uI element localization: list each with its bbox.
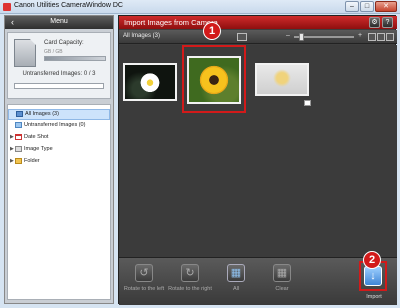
clear-selection-button[interactable]: ▦ Clear: [257, 258, 307, 306]
untransferred-icon: [15, 122, 22, 128]
callout-1: 1: [203, 22, 221, 40]
view-toolbar: All Images (3) – +: [119, 30, 397, 44]
window-titlebar: Canon Utilities CameraWindow DC – □ ✕: [0, 0, 400, 14]
tree-item-all-images[interactable]: All Images (3): [8, 109, 110, 120]
calendar-icon: [15, 134, 22, 140]
rotate-left-label: Rotate to the left: [123, 286, 165, 292]
rotate-right-button[interactable]: ↻ Rotate to the right: [165, 258, 215, 306]
view-label: All Images (3): [123, 33, 161, 39]
card-capacity-label: Card Capacity:: [44, 40, 84, 46]
sort-icon[interactable]: [237, 33, 247, 41]
thumbnail-chick-photo[interactable]: [255, 63, 309, 96]
settings-icon[interactable]: ⚙: [369, 17, 380, 28]
card-capacity-value: GB / GB: [44, 49, 63, 55]
rotate-left-button[interactable]: ↺ Rotate to the left: [119, 258, 169, 306]
select-all-icon: ▦: [227, 264, 245, 282]
thumbnail-sunflower-photo[interactable]: [187, 56, 241, 104]
tree-item-label: Untransferred Images (0): [24, 122, 86, 128]
tree-item-label: Folder: [24, 158, 40, 164]
clear-selection-icon: ▦: [273, 264, 291, 282]
image-type-badge-icon: [304, 100, 311, 106]
main-panel: Import Images from Camera ⚙ ? All Images…: [118, 15, 397, 306]
rotate-left-icon: ↺: [135, 264, 153, 282]
action-bar: ↺ Rotate to the left ↻ Rotate to the rig…: [119, 251, 397, 306]
image-type-icon: [15, 146, 22, 152]
expand-arrow-icon[interactable]: ▶: [10, 145, 14, 154]
untransferred-count: Untransferred Images: 0 / 3: [22, 71, 96, 77]
images-icon: [16, 111, 23, 117]
left-panel: ‹ Menu Card Capacity: GB / GB Untransfer…: [4, 15, 114, 304]
import-button[interactable]: ↓: [364, 266, 382, 286]
app-icon: [3, 3, 11, 11]
expand-arrow-icon[interactable]: ▶: [10, 133, 14, 142]
menu-bar: ‹ Menu: [5, 16, 113, 29]
tree-item-image-type[interactable]: ▶ Image Type: [8, 145, 110, 156]
grid-view-icon[interactable]: [368, 33, 376, 41]
memory-card-icon: [14, 39, 36, 67]
tree-item-label: All Images (3): [25, 111, 59, 117]
rotate-right-label: Rotate to the right: [168, 286, 212, 292]
thumbnail-daisy-photo[interactable]: [123, 63, 177, 101]
tree-item-label: Image Type: [24, 146, 53, 152]
card-info-panel: Card Capacity: GB / GB Untransferred Ima…: [7, 32, 111, 99]
tree-item-folder[interactable]: ▶ Folder: [8, 157, 110, 168]
clear-selection-label: Clear: [275, 286, 289, 292]
tree-item-untransferred[interactable]: Untransferred Images (0): [8, 121, 110, 132]
fullscreen-view-icon[interactable]: [386, 33, 394, 41]
untransferred-progress-bar: [14, 83, 104, 89]
folder-icon: [15, 158, 22, 164]
image-tree: All Images (3) Untransferred Images (0) …: [7, 104, 111, 300]
main-header: Import Images from Camera ⚙ ?: [119, 16, 397, 29]
window-title: Canon Utilities CameraWindow DC: [14, 2, 123, 9]
import-label: Import: [366, 294, 382, 300]
help-icon[interactable]: ?: [382, 17, 393, 28]
close-button[interactable]: ✕: [375, 1, 397, 12]
tree-item-date-shot[interactable]: ▶ Date Shot: [8, 133, 110, 144]
menu-button[interactable]: Menu: [5, 18, 113, 25]
callout-2: 2: [363, 251, 381, 269]
expand-arrow-icon[interactable]: ▶: [10, 157, 14, 166]
minimize-button[interactable]: –: [345, 1, 359, 12]
zoom-out-icon[interactable]: –: [284, 32, 292, 41]
zoom-slider-handle[interactable]: [299, 33, 304, 41]
rotate-right-icon: ↻: [181, 264, 199, 282]
tree-item-label: Date Shot: [24, 134, 49, 140]
card-capacity-bar: [44, 56, 106, 61]
maximize-button[interactable]: □: [360, 1, 374, 12]
select-all-button[interactable]: ▦ All: [211, 258, 261, 306]
zoom-in-icon[interactable]: +: [356, 32, 364, 41]
single-view-icon[interactable]: [377, 33, 385, 41]
thumbnail-area: 1: [119, 22, 397, 257]
select-all-label: All: [232, 286, 240, 292]
